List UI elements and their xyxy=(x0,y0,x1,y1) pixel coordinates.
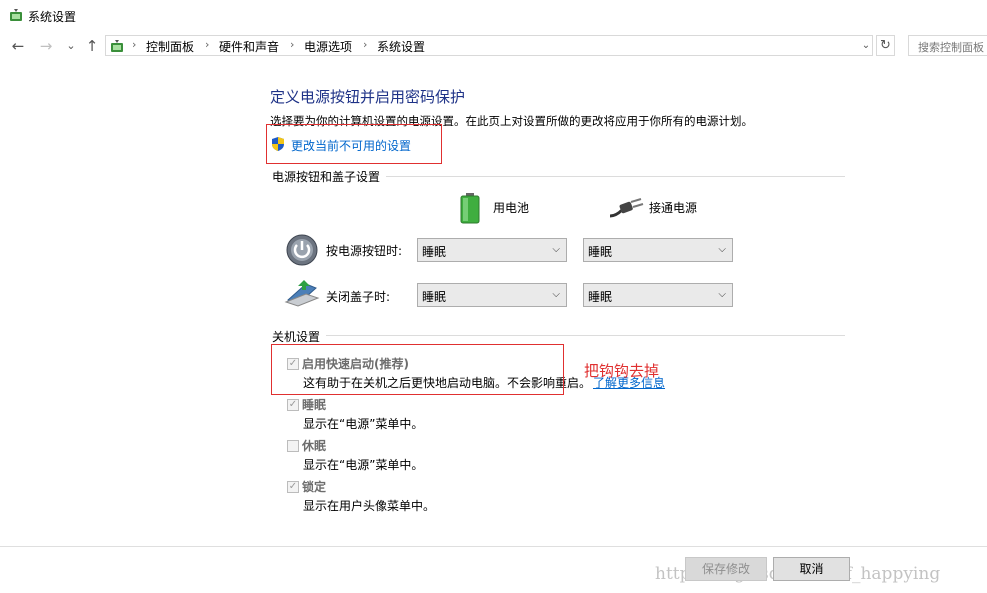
power-button-battery-select[interactable]: 睡眠 ⌵ xyxy=(417,238,567,262)
power-button-icon xyxy=(286,234,318,266)
group-divider xyxy=(386,176,845,177)
close-lid-plugged-select[interactable]: 睡眠 ⌵ xyxy=(583,283,733,307)
chevron-down-icon: ⌵ xyxy=(552,289,560,300)
window-title: 系统设置 xyxy=(28,10,77,24)
select-value: 睡眠 xyxy=(422,245,447,259)
forward-button[interactable]: → xyxy=(36,36,56,56)
save-changes-button[interactable]: 保存修改 xyxy=(685,557,767,581)
close-lid-battery-select[interactable]: 睡眠 ⌵ xyxy=(417,283,567,307)
sleep-label: 睡眠 xyxy=(302,398,327,412)
laptop-lid-icon xyxy=(284,280,320,307)
recent-locations-button[interactable]: ⌄ xyxy=(61,36,81,56)
hibernate-desc: 显示在“电源”菜单中。 xyxy=(303,458,424,472)
close-lid-row-label: 关闭盖子时: xyxy=(326,290,391,304)
chevron-down-icon: ⌵ xyxy=(718,244,726,255)
annotation-box-change-link xyxy=(266,124,442,164)
plugged-column-header: 接通电源 xyxy=(649,201,698,215)
select-value: 睡眠 xyxy=(588,245,613,259)
select-value: 睡眠 xyxy=(422,290,447,304)
breadcrumb-control-panel[interactable]: 控制面板 xyxy=(146,38,194,55)
lock-checkbox[interactable]: ✓ xyxy=(287,481,299,493)
power-group-title: 电源按钮和盖子设置 xyxy=(272,170,381,184)
lock-label: 锁定 xyxy=(302,480,327,494)
chevron-down-icon: ⌵ xyxy=(552,244,560,255)
chevron-down-icon: ⌵ xyxy=(718,289,726,300)
power-button-row-label: 按电源按钮时: xyxy=(326,244,403,258)
power-options-icon xyxy=(10,9,22,21)
title-bar xyxy=(0,0,987,30)
breadcrumb-separator: › xyxy=(132,38,137,51)
annotation-note: 把钩钩去掉 xyxy=(584,362,660,380)
group-divider xyxy=(326,335,845,336)
back-button[interactable]: ← xyxy=(8,36,28,56)
refresh-button[interactable]: ↻ xyxy=(876,35,895,56)
breadcrumb-separator: › xyxy=(363,38,368,51)
hibernate-checkbox[interactable] xyxy=(287,440,299,452)
breadcrumb-hardware-sound[interactable]: 硬件和声音 xyxy=(219,38,279,55)
up-button[interactable]: ↑ xyxy=(82,36,102,56)
sleep-desc: 显示在“电源”菜单中。 xyxy=(303,417,424,431)
annotation-box-fast-startup xyxy=(271,344,564,395)
address-dropdown-button[interactable]: ⌄ xyxy=(858,36,874,55)
battery-icon xyxy=(460,193,480,224)
cancel-button[interactable]: 取消 xyxy=(773,557,850,581)
power-options-icon xyxy=(111,40,123,52)
breadcrumb-separator: › xyxy=(290,38,295,51)
hibernate-label: 休眠 xyxy=(302,439,327,453)
power-plug-icon xyxy=(609,198,644,218)
battery-column-header: 用电池 xyxy=(493,201,530,215)
lock-desc: 显示在用户头像菜单中。 xyxy=(303,499,436,513)
footer-divider xyxy=(0,546,987,547)
breadcrumb-separator: › xyxy=(205,38,210,51)
select-value: 睡眠 xyxy=(588,290,613,304)
shutdown-group-title: 关机设置 xyxy=(272,330,321,344)
power-button-plugged-select[interactable]: 睡眠 ⌵ xyxy=(583,238,733,262)
sleep-checkbox[interactable]: ✓ xyxy=(287,399,299,411)
breadcrumb-power-options[interactable]: 电源选项 xyxy=(304,38,352,55)
breadcrumb-system-settings[interactable]: 系统设置 xyxy=(377,38,425,55)
page-title: 定义电源按钮并启用密码保护 xyxy=(270,88,466,106)
search-input[interactable]: 搜索控制面板 xyxy=(908,35,987,56)
